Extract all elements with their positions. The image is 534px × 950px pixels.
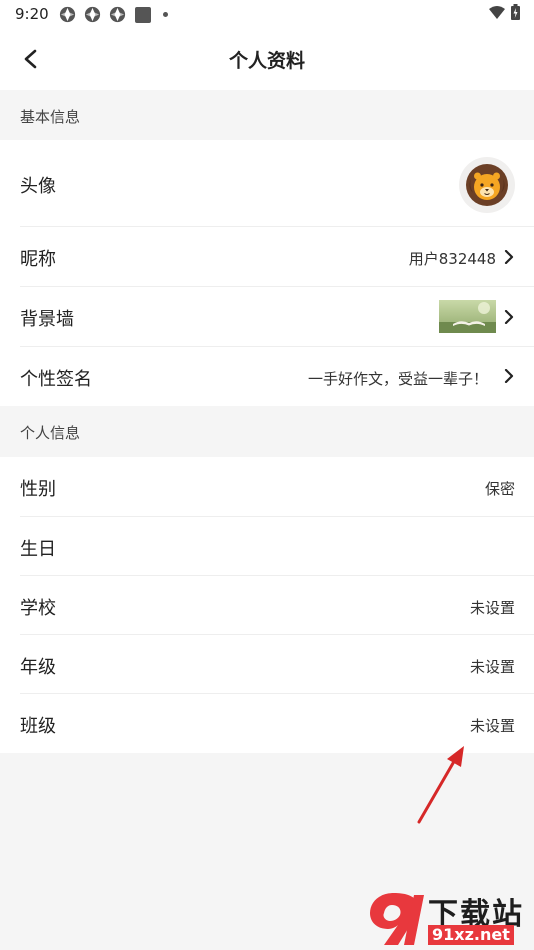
status-system-icons xyxy=(488,4,520,20)
section-header-personal-info: 个人信息 xyxy=(0,406,534,456)
notification-app-icon xyxy=(109,6,126,23)
section-title: 基本信息 xyxy=(20,108,81,126)
annotation-arrow-icon xyxy=(417,746,464,824)
notification-square-icon xyxy=(135,6,151,23)
row-label: 班级 xyxy=(20,716,56,737)
school-row[interactable]: 学校 未设置 xyxy=(0,576,534,635)
row-label: 性别 xyxy=(20,479,56,500)
background-wall-row[interactable]: 背景墙 xyxy=(0,287,534,347)
grade-row[interactable]: 年级 未设置 xyxy=(0,635,534,694)
row-label: 个性签名 xyxy=(20,369,92,390)
chevron-right-icon xyxy=(504,310,514,324)
gender-value: 保密 xyxy=(484,480,515,498)
avatar-row[interactable]: 头像 xyxy=(0,140,534,227)
row-label: 头像 xyxy=(20,176,56,197)
signature-row[interactable]: 个性签名 一手好作文，受益一辈子！ xyxy=(0,347,534,406)
birthday-row[interactable]: 生日 xyxy=(0,517,534,576)
section-title: 个人信息 xyxy=(20,424,81,442)
battery-icon xyxy=(511,4,520,20)
status-time: 9:20 xyxy=(15,5,49,23)
chevron-right-icon xyxy=(504,250,514,264)
gender-row[interactable]: 性别 保密 xyxy=(0,457,534,517)
watermark: 下载站 91xz.net xyxy=(360,885,534,950)
row-label: 生日 xyxy=(20,539,56,560)
page-title: 个人资料 xyxy=(228,50,305,72)
row-label: 学校 xyxy=(20,598,56,619)
chevron-right-icon xyxy=(504,369,514,383)
more-notifications-dot-icon xyxy=(163,12,168,17)
status-bar: 9:20 xyxy=(0,0,534,28)
status-notification-icons xyxy=(58,5,168,24)
signature-value: 一手好作文，受益一辈子！ xyxy=(307,370,488,388)
top-app-bar: 个人资料 xyxy=(0,28,534,90)
nickname-row[interactable]: 昵称 用户832448 xyxy=(0,227,534,287)
wifi-icon xyxy=(489,6,505,19)
background-thumbnail[interactable] xyxy=(439,300,496,333)
notification-app-icon xyxy=(84,6,101,23)
watermark-url: 91xz.net xyxy=(428,925,514,945)
grade-value: 未设置 xyxy=(469,658,515,676)
background-image-icon xyxy=(439,300,496,333)
lion-avatar-icon xyxy=(466,164,508,206)
notification-app-icon xyxy=(59,6,76,23)
row-label: 年级 xyxy=(20,657,56,678)
class-value: 未设置 xyxy=(469,717,515,735)
school-value: 未设置 xyxy=(469,599,515,617)
section-header-basic-info: 基本信息 xyxy=(0,90,534,140)
watermark-logo-icon xyxy=(370,893,424,945)
nickname-value: 用户832448 xyxy=(408,250,496,268)
row-label: 昵称 xyxy=(20,249,56,270)
avatar[interactable] xyxy=(459,157,515,213)
row-label: 背景墙 xyxy=(20,309,74,330)
